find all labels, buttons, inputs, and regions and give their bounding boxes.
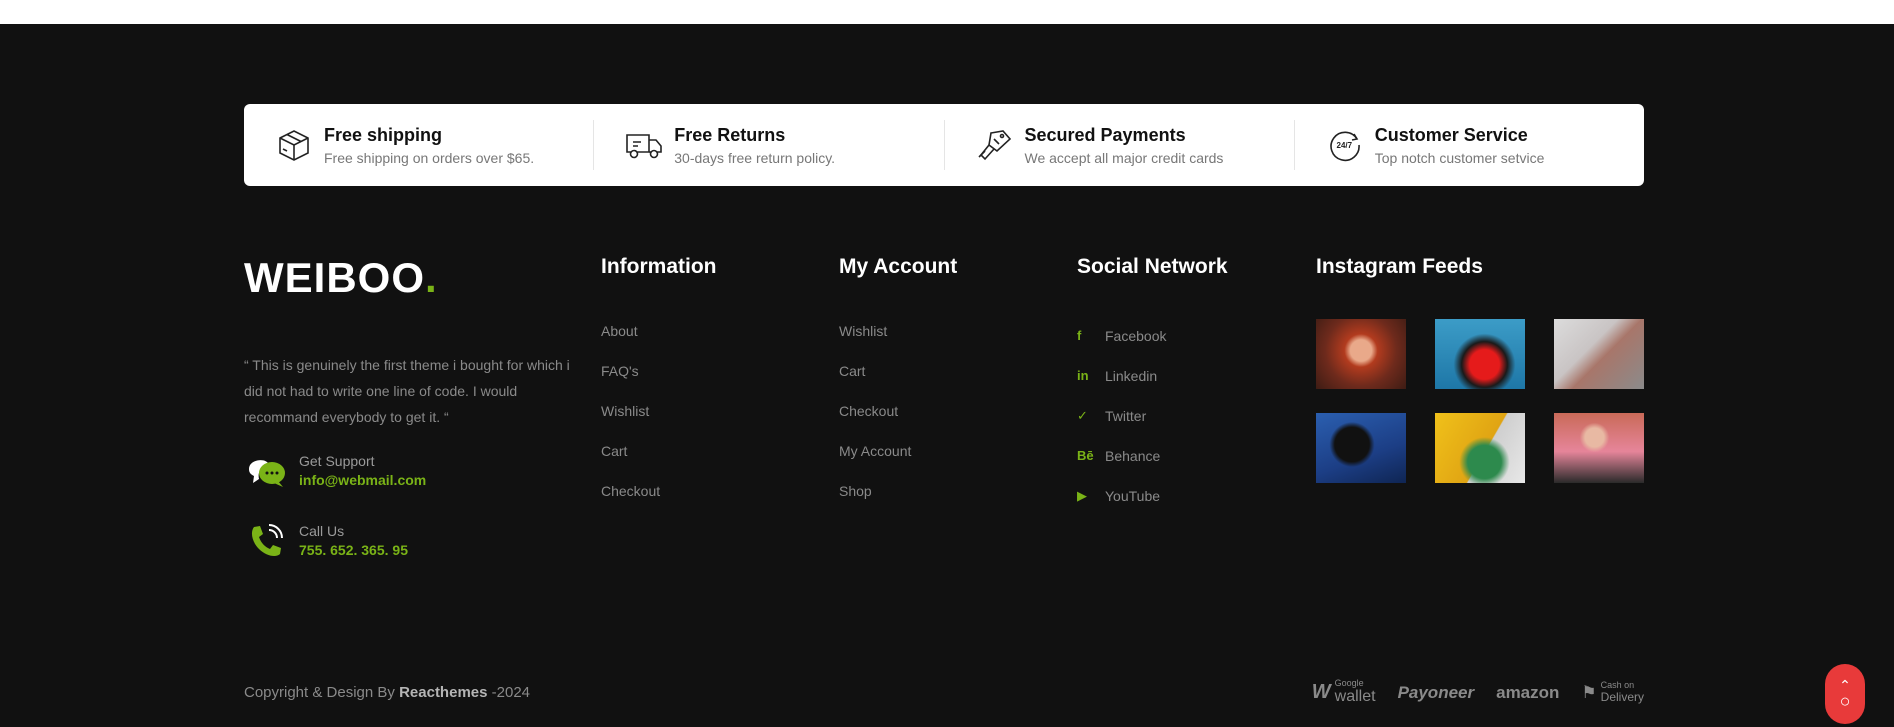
delivery-icon: ⚑ <box>1581 682 1597 702</box>
social-column: Social Network f Facebook in Linkedin ✓ Twi… <box>1077 254 1228 526</box>
footer-link-checkout[interactable]: Checkout <box>601 481 717 501</box>
account-column: My Account Wishlist Cart Checkout My Acc… <box>839 254 957 521</box>
instagram-column: Instagram Feeds <box>1316 254 1644 483</box>
social-label: Linkedin <box>1105 368 1158 384</box>
feature-free-shipping: Free shipping Free shipping on orders ov… <box>244 120 595 170</box>
information-column: Information About FAQ's Wishlist Cart Ch… <box>601 254 717 521</box>
contact-label: Get Support <box>299 453 375 469</box>
box-icon <box>274 125 314 165</box>
social-link-facebook[interactable]: f Facebook <box>1077 326 1228 346</box>
scroll-to-top-button[interactable]: ⌃ ○ <box>1825 664 1865 724</box>
logo-dot: . <box>425 254 438 301</box>
feature-title: Free shipping <box>324 125 443 145</box>
feature-subtitle: Top notch customer setvice <box>1374 150 1545 166</box>
footer-link-wishlist[interactable]: Wishlist <box>601 401 717 421</box>
social-label: YouTube <box>1105 488 1161 504</box>
column-title: My Account <box>839 255 958 278</box>
footer-link-faqs[interactable]: FAQ's <box>601 361 717 381</box>
youtube-icon: ▶ <box>1077 488 1087 503</box>
social-label: Facebook <box>1105 328 1167 344</box>
features-bar: Free shipping Free shipping on orders ov… <box>244 104 1644 186</box>
top-strip <box>0 0 1894 24</box>
column-title: Social Network <box>1077 255 1228 278</box>
copyright-prefix: Copyright & Design By <box>244 684 400 701</box>
logo-text: WEIBOO <box>244 254 425 301</box>
social-label: Behance <box>1105 448 1161 464</box>
copyright-brand[interactable]: Reacthemes <box>399 684 487 701</box>
truck-icon <box>624 125 664 165</box>
facebook-icon: f <box>1077 328 1082 343</box>
twitter-icon: ✓ <box>1077 408 1088 423</box>
account-link-wishlist[interactable]: Wishlist <box>839 321 957 341</box>
instagram-photo[interactable] <box>1435 413 1525 483</box>
account-link-cart[interactable]: Cart <box>839 361 957 381</box>
behance-icon: Bē <box>1077 448 1094 463</box>
phone-icon <box>244 519 288 563</box>
svg-text:24/7: 24/7 <box>1336 141 1352 150</box>
support-email[interactable]: info@webmail.com <box>299 470 426 490</box>
linkedin-icon: in <box>1077 368 1089 383</box>
instagram-grid <box>1316 319 1644 483</box>
feature-customer-service: 24/7 Customer Service Top notch customer… <box>1295 120 1644 170</box>
feature-subtitle: 30-days free return policy. <box>674 150 836 166</box>
delivery-text: Delivery <box>1600 690 1644 704</box>
social-label: Twitter <box>1105 408 1147 424</box>
site-footer: Free shipping Free shipping on orders ov… <box>0 24 1894 727</box>
feature-subtitle: Free shipping on orders over $65. <box>324 150 535 166</box>
footer-columns: WEIBOO. “ This is genuinely the first th… <box>244 254 1644 594</box>
phone-number[interactable]: 755. 652. 365. 95 <box>299 540 408 560</box>
wallet-logo: W Google wallet <box>1312 679 1376 706</box>
social-link-behance[interactable]: Bē Behance <box>1077 446 1228 466</box>
column-title: Instagram Feeds <box>1316 255 1483 278</box>
phone-contact: Call Us 755. 652. 365. 95 <box>244 519 408 563</box>
feature-secured-payments: Secured Payments We accept all major cre… <box>945 120 1295 170</box>
social-link-twitter[interactable]: ✓ Twitter <box>1077 406 1228 426</box>
column-title: Information <box>601 255 717 278</box>
wallet-text: wallet <box>1334 688 1376 705</box>
cash-on-delivery-logo: ⚑ Cash on Delivery <box>1581 680 1644 705</box>
feature-free-returns: Free Returns 30-days free return policy. <box>594 120 945 170</box>
amazon-text: amazon <box>1496 682 1560 702</box>
amazon-logo: amazon <box>1496 683 1559 703</box>
copyright-year: -2024 <box>487 684 531 701</box>
support-contact: Get Support info@webmail.com <box>244 449 426 493</box>
instagram-photo[interactable] <box>1554 413 1644 483</box>
chat-bubble-icon <box>244 449 288 493</box>
wallet-small-text: Google <box>1334 678 1364 688</box>
account-link-shop[interactable]: Shop <box>839 481 957 501</box>
account-link-checkout[interactable]: Checkout <box>839 401 957 421</box>
instagram-photo[interactable] <box>1435 319 1525 389</box>
instagram-photo[interactable] <box>1554 319 1644 389</box>
payment-methods: W Google wallet Payoneer amazon ⚑ Cash on… <box>1312 679 1644 706</box>
feature-title: Secured Payments <box>1024 125 1186 145</box>
24-7-icon: 24/7 <box>1325 125 1365 165</box>
social-link-youtube[interactable]: ▶ YouTube <box>1077 486 1228 506</box>
instagram-photo[interactable] <box>1316 319 1406 389</box>
copyright-text: Copyright & Design By Reacthemes -2024 <box>244 684 530 701</box>
footer-link-cart[interactable]: Cart <box>601 441 717 461</box>
instagram-photo[interactable] <box>1316 413 1406 483</box>
payoneer-logo: Payoneer <box>1398 683 1475 703</box>
delivery-small-text: Cash on <box>1600 680 1635 690</box>
feature-title: Customer Service <box>1374 125 1528 145</box>
feature-title: Free Returns <box>674 125 786 145</box>
wallet-icon: W <box>1311 681 1331 703</box>
social-link-linkedin[interactable]: in Linkedin <box>1077 366 1228 386</box>
brand-column: WEIBOO. “ This is genuinely the first th… <box>244 254 579 558</box>
footer-link-about[interactable]: About <box>601 321 717 341</box>
chevron-up-icon: ⌃ <box>1839 677 1851 693</box>
contact-label: Call Us <box>299 523 345 539</box>
testimonial-quote: “ This is genuinely the first theme i bo… <box>244 357 570 425</box>
account-link-my-account[interactable]: My Account <box>839 441 957 461</box>
card-hand-icon <box>975 125 1015 165</box>
payoneer-text: Payoneer <box>1397 682 1475 702</box>
feature-subtitle: We accept all major credit cards <box>1024 150 1224 166</box>
progress-ring-icon: ○ <box>1839 691 1851 711</box>
logo[interactable]: WEIBOO. <box>244 254 579 302</box>
